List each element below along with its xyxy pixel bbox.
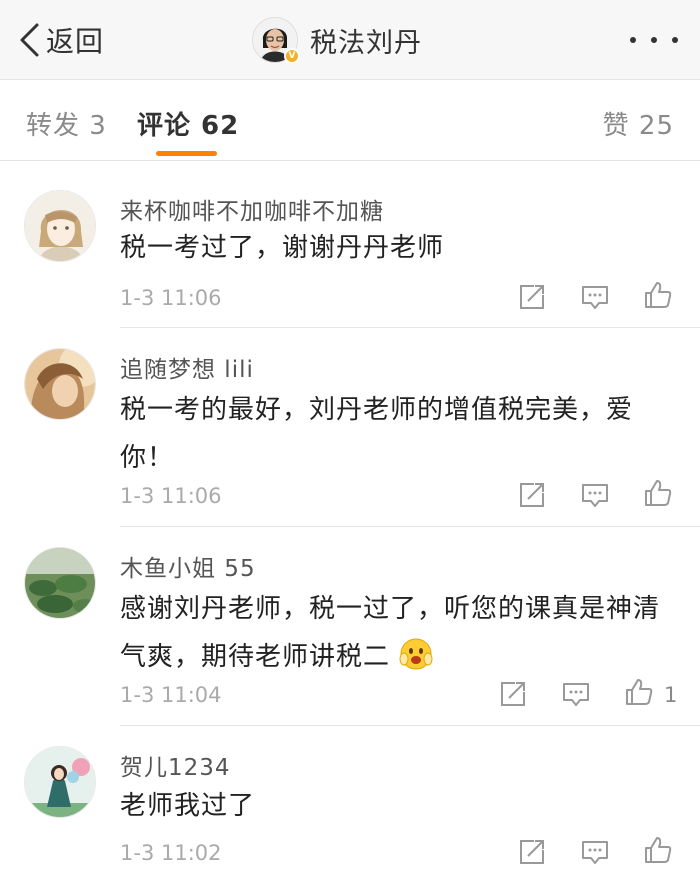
repost-button[interactable]: [517, 837, 547, 867]
comment-time: 1-3 11:02: [120, 841, 222, 865]
reply-icon: [582, 286, 608, 309]
comment-text: 税一考的最好，刘丹老师的增值税完美，爱你！: [120, 395, 634, 473]
user-avatar[interactable]: [24, 746, 96, 818]
more-button[interactable]: [630, 30, 678, 50]
tab-bar: 转发 3 评论 62 赞 25: [0, 81, 700, 161]
emoji-icon: [399, 638, 433, 670]
tab-like[interactable]: 赞 25: [603, 105, 674, 142]
user-avatar[interactable]: [24, 348, 96, 420]
comment-text: 感谢刘丹老师，税一过了，听您的课真是神清气爽，期待老师讲税二: [120, 585, 680, 681]
comment-item: 追随梦想 lili 税一考的最好，刘丹老师的增值税完美，爱你！ 1-3 11:0…: [0, 328, 700, 527]
comment-item: 木鱼小姐 55 感谢刘丹老师，税一过了，听您的课真是神清气爽，期待老师讲税二 1…: [0, 527, 700, 726]
repost-icon: [501, 682, 525, 706]
reply-icon: [563, 683, 589, 706]
comment-username[interactable]: 贺儿1234: [120, 748, 231, 782]
reply-button[interactable]: [561, 679, 591, 709]
like-button[interactable]: [643, 478, 673, 508]
verified-badge: V: [284, 48, 300, 64]
active-tab-indicator: [156, 151, 217, 156]
comment-time: 1-3 11:06: [120, 286, 222, 310]
like-icon: [645, 480, 672, 506]
more-icon: [630, 37, 636, 43]
comment-item: 贺儿1234 老师我过了 1-3 11:02: [0, 726, 700, 879]
repost-button[interactable]: [498, 679, 528, 709]
tab-repost[interactable]: 转发 3: [26, 105, 107, 142]
user-avatar-image: [25, 548, 95, 618]
comment-text: 老师我过了: [120, 791, 256, 821]
repost-icon: [520, 285, 544, 309]
user-avatar[interactable]: [24, 547, 96, 619]
comment-text-content: 感谢刘丹老师，税一过了，听您的课真是神清气爽，期待老师讲税二: [120, 594, 661, 672]
back-button[interactable]: 返回: [18, 18, 104, 62]
user-avatar-image: [25, 747, 95, 817]
back-label: 返回: [46, 25, 105, 58]
like-count: 1: [664, 683, 678, 707]
nav-bar: 返回 V 税法刘丹: [0, 0, 700, 80]
back-icon: [20, 23, 39, 57]
like-button[interactable]: [643, 835, 673, 865]
reply-icon: [582, 484, 608, 507]
comment-username[interactable]: 木鱼小姐 55: [120, 549, 256, 583]
user-avatar-image: [25, 191, 95, 261]
reply-button[interactable]: [580, 282, 610, 312]
repost-icon: [520, 483, 544, 507]
like-button[interactable]: [643, 280, 673, 310]
reply-button[interactable]: [580, 837, 610, 867]
comment-item: 来杯咖啡不加咖啡不加糖 税一考过了，谢谢丹丹老师 1-3 11:06: [0, 162, 700, 328]
profile-avatar[interactable]: V: [252, 17, 300, 64]
profile-header[interactable]: V 税法刘丹: [252, 16, 422, 64]
more-icon-dot: [651, 37, 657, 43]
like-icon: [626, 679, 653, 705]
like-icon: [645, 837, 672, 863]
comment-time: 1-3 11:04: [120, 683, 222, 707]
repost-button[interactable]: [517, 480, 547, 510]
like-icon: [645, 282, 672, 308]
reply-icon: [582, 841, 608, 864]
like-button[interactable]: [624, 677, 654, 707]
repost-button[interactable]: [517, 282, 547, 312]
comment-time: 1-3 11:06: [120, 484, 222, 508]
repost-icon: [520, 840, 544, 864]
user-avatar[interactable]: [24, 190, 96, 262]
more-icon-dot: [672, 37, 678, 43]
reply-button[interactable]: [580, 480, 610, 510]
comment-username[interactable]: 来杯咖啡不加咖啡不加糖: [120, 192, 384, 226]
user-avatar-image: [25, 349, 95, 419]
comment-username[interactable]: 追随梦想 lili: [120, 350, 254, 384]
comment-text: 税一考过了，谢谢丹丹老师: [120, 233, 445, 263]
tab-comment[interactable]: 评论 62: [137, 105, 239, 142]
page-title: 税法刘丹: [310, 27, 422, 59]
